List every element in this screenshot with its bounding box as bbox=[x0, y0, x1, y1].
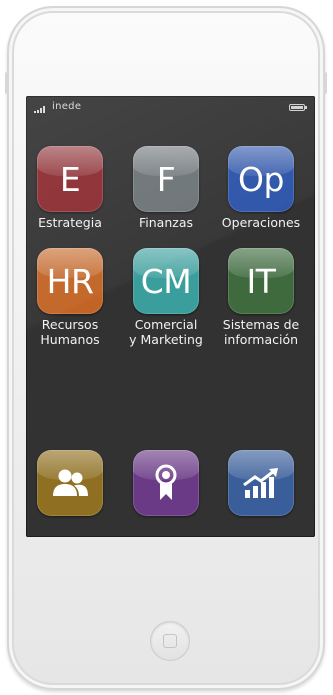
app-sistemas-informacion[interactable]: IT Sistemas de información bbox=[214, 248, 308, 347]
app-label: Finanzas bbox=[139, 215, 193, 230]
award-icon bbox=[133, 450, 199, 516]
app-letter: Op bbox=[238, 159, 284, 199]
app-comercial-marketing[interactable]: CM Comercial y Marketing bbox=[119, 248, 213, 347]
app-operaciones[interactable]: Op Operaciones bbox=[214, 146, 308, 230]
dock-app-users[interactable] bbox=[26, 450, 117, 516]
app-label: Sistemas de información bbox=[222, 317, 300, 347]
home-square-icon bbox=[163, 634, 177, 648]
app-letter: F bbox=[156, 159, 176, 199]
signal-strength-icon bbox=[34, 106, 48, 113]
users-icon bbox=[37, 450, 103, 516]
carrier-name: inede bbox=[52, 101, 82, 112]
app-recursos-humanos[interactable]: HR Recursos Humanos bbox=[26, 248, 117, 347]
dock-icon bbox=[37, 450, 103, 516]
volume-button bbox=[5, 72, 9, 94]
dock-app-award[interactable] bbox=[119, 450, 213, 516]
battery-icon bbox=[289, 104, 307, 111]
dock-icon bbox=[228, 450, 294, 516]
app-icon: HR bbox=[37, 248, 103, 314]
app-label: Recursos Humanos bbox=[40, 317, 100, 347]
home-button[interactable] bbox=[150, 621, 190, 661]
app-letter: IT bbox=[246, 261, 276, 301]
app-label: Comercial y Marketing bbox=[129, 317, 203, 347]
dock-app-growth[interactable] bbox=[214, 450, 308, 516]
app-finanzas[interactable]: F Finanzas bbox=[119, 146, 213, 230]
phone-screen: inede E Estrategia F Finanzas Op Operaci… bbox=[26, 96, 315, 537]
app-letter: HR bbox=[46, 261, 94, 301]
status-bar: inede bbox=[26, 96, 315, 120]
app-icon: Op bbox=[228, 146, 294, 212]
app-label: Estrategia bbox=[38, 215, 102, 230]
app-icon: E bbox=[37, 146, 103, 212]
dock-icon bbox=[133, 450, 199, 516]
app-letter: CM bbox=[140, 261, 192, 301]
app-letter: E bbox=[59, 159, 81, 199]
app-icon: IT bbox=[228, 248, 294, 314]
growth-chart-icon bbox=[228, 450, 294, 516]
app-estrategia[interactable]: E Estrategia bbox=[26, 146, 117, 230]
app-label: Operaciones bbox=[221, 215, 301, 230]
app-icon: F bbox=[133, 146, 199, 212]
power-button bbox=[323, 72, 327, 94]
app-icon: CM bbox=[133, 248, 199, 314]
